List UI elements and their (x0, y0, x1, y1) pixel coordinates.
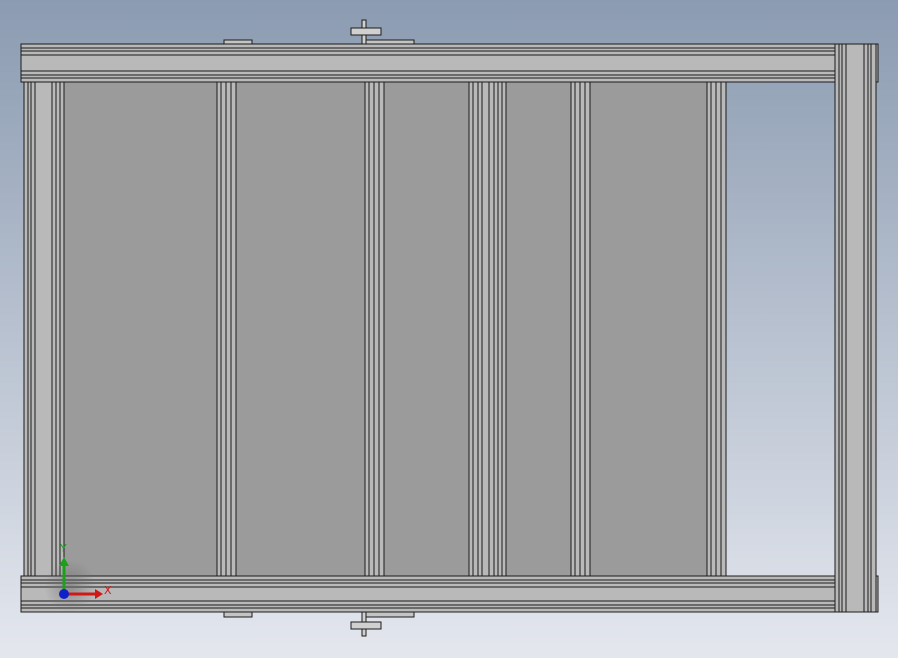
cad-viewport[interactable]: X Y (0, 0, 898, 658)
rib-5 (706, 81, 727, 577)
x-axis-label: X (104, 584, 112, 597)
bottom-rail (20, 575, 837, 613)
y-axis-label: Y (59, 542, 67, 555)
rib-4 (570, 81, 591, 577)
rib-1 (216, 81, 237, 577)
model-canvas[interactable]: X Y (0, 0, 898, 658)
triad-glow (44, 560, 96, 612)
z-axis-dot (59, 589, 69, 599)
rib-2 (364, 81, 385, 577)
right-post (834, 43, 879, 613)
left-post (23, 81, 65, 577)
top-rail (20, 43, 837, 83)
rib-3 (468, 81, 507, 577)
